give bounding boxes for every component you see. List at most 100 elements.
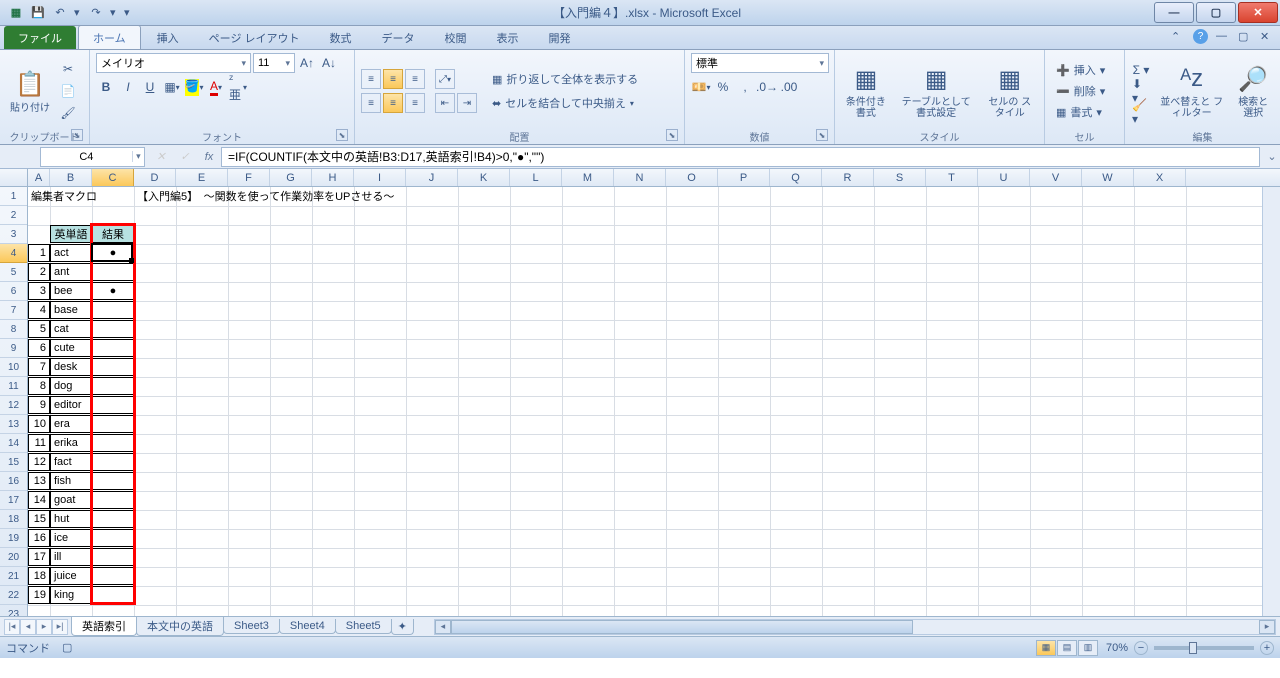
row-header-19[interactable]: 19 [0,529,27,548]
cell-c12[interactable] [92,396,134,414]
col-header-V[interactable]: V [1030,169,1082,186]
cell-a16[interactable]: 13 [28,472,50,490]
cell-a6[interactable]: 3 [28,282,50,300]
cell-b11[interactable]: dog [50,377,92,395]
help-icon[interactable]: ? [1193,29,1208,44]
normal-view-button[interactable]: ▦ [1036,640,1056,656]
align-bottom-button[interactable]: ≡ [405,69,425,89]
col-header-C[interactable]: C [92,169,134,186]
minimize-ribbon-icon[interactable]: ⌃ [1171,30,1185,44]
col-header-R[interactable]: R [822,169,874,186]
cell-b6[interactable]: bee [50,282,92,300]
cell-b22[interactable]: king [50,586,92,604]
col-header-J[interactable]: J [406,169,458,186]
cell-c21[interactable] [92,567,134,585]
minimize-button[interactable]: — [1154,2,1194,23]
col-header-U[interactable]: U [978,169,1030,186]
font-name-combo[interactable]: メイリオ▾ [96,53,251,73]
formula-input[interactable] [221,147,1260,167]
row-header-18[interactable]: 18 [0,510,27,529]
zoom-in-button[interactable]: + [1260,641,1274,655]
excel-icon[interactable]: ▦ [8,5,24,21]
tab-nav-prev[interactable]: ◂ [20,619,36,635]
cell-b13[interactable]: era [50,415,92,433]
col-header-L[interactable]: L [510,169,562,186]
cell-b5[interactable]: ant [50,263,92,281]
percent-button[interactable]: % [713,77,733,97]
bold-button[interactable]: B [96,77,116,97]
maximize-button[interactable]: ▢ [1196,2,1236,23]
cell-a14[interactable]: 11 [28,434,50,452]
sheet-tab-0[interactable]: 英語索引 [71,617,137,636]
hscroll-left[interactable]: ◂ [435,620,451,634]
conditional-format-button[interactable]: ▦条件付き 書式 [841,61,891,121]
cell-b8[interactable]: cat [50,320,92,338]
col-header-M[interactable]: M [562,169,614,186]
tab-nav-next[interactable]: ▸ [36,619,52,635]
page-layout-view-button[interactable]: ▤ [1057,640,1077,656]
font-size-combo[interactable]: 11▾ [253,53,295,73]
row-header-9[interactable]: 9 [0,339,27,358]
cancel-formula-button[interactable]: ✕ [149,147,173,167]
cell-b10[interactable]: desk [50,358,92,376]
row-header-7[interactable]: 7 [0,301,27,320]
row-header-20[interactable]: 20 [0,548,27,567]
row-header-23[interactable]: 23 [0,605,27,616]
cells-area[interactable]: 編集者マクロ 【入門編5】 ～関数を使って作業効率をUPさせる～ 英単語 結果 … [28,187,1262,616]
redo-icon[interactable]: ↷ [88,5,104,21]
cell-c10[interactable] [92,358,134,376]
number-format-combo[interactable]: 標準▾ [691,53,829,73]
hscroll-thumb[interactable] [451,620,913,634]
col-header-K[interactable]: K [458,169,510,186]
cell-c22[interactable] [92,586,134,604]
italic-button[interactable]: I [118,77,138,97]
align-center-button[interactable]: ≡ [383,93,403,113]
vertical-scrollbar[interactable] [1262,187,1280,616]
cell-b9[interactable]: cute [50,339,92,357]
undo-dropdown[interactable]: ▾ [74,6,82,19]
increase-decimal-button[interactable]: .0→ [757,77,777,97]
cell-a8[interactable]: 5 [28,320,50,338]
font-launcher[interactable]: ⬊ [336,129,348,141]
tab-insert[interactable]: 挿入 [143,26,193,49]
save-icon[interactable]: 💾 [30,5,46,21]
cell-a20[interactable]: 17 [28,548,50,566]
sort-filter-button[interactable]: ᴬz並べ替えと フィルター [1155,61,1228,121]
cell-b7[interactable]: base [50,301,92,319]
format-table-button[interactable]: ▦テーブルとして 書式設定 [895,61,978,121]
cell-b21[interactable]: juice [50,567,92,585]
col-header-A[interactable]: A [28,169,50,186]
col-header-X[interactable]: X [1134,169,1186,186]
cell-b4[interactable]: act [50,244,92,262]
row-header-11[interactable]: 11 [0,377,27,396]
col-header-H[interactable]: H [312,169,354,186]
increase-font-button[interactable]: A↑ [297,53,317,73]
col-header-B[interactable]: B [50,169,92,186]
cell-b16[interactable]: fish [50,472,92,490]
align-right-button[interactable]: ≡ [405,93,425,113]
row-header-8[interactable]: 8 [0,320,27,339]
zoom-level[interactable]: 70% [1106,642,1128,654]
tab-view[interactable]: 表示 [483,26,533,49]
cell-a13[interactable]: 10 [28,415,50,433]
cell-a1[interactable]: 編集者マクロ [28,187,148,205]
wrap-text-button[interactable]: ▦折り返して全体を表示する [487,69,643,89]
row-header-2[interactable]: 2 [0,206,27,225]
find-select-button[interactable]: 🔎検索と 選択 [1232,61,1274,121]
cell-c16[interactable] [92,472,134,490]
insert-cells-button[interactable]: ➕挿入 ▾ [1051,60,1110,80]
cell-b15[interactable]: fact [50,453,92,471]
cell-b18[interactable]: hut [50,510,92,528]
cell-c13[interactable] [92,415,134,433]
col-header-N[interactable]: N [614,169,666,186]
border-button[interactable]: ▦▾ [162,77,182,97]
col-header-D[interactable]: D [134,169,176,186]
cell-styles-button[interactable]: ▦セルの スタイル [981,61,1038,121]
tab-home[interactable]: ホーム [78,25,141,49]
macro-record-icon[interactable]: ▢ [62,641,72,654]
cell-a4[interactable]: 1 [28,244,50,262]
row-header-16[interactable]: 16 [0,472,27,491]
name-box[interactable]: ▾ [40,147,145,167]
col-header-F[interactable]: F [228,169,270,186]
sheet-tab-3[interactable]: Sheet4 [279,619,336,634]
